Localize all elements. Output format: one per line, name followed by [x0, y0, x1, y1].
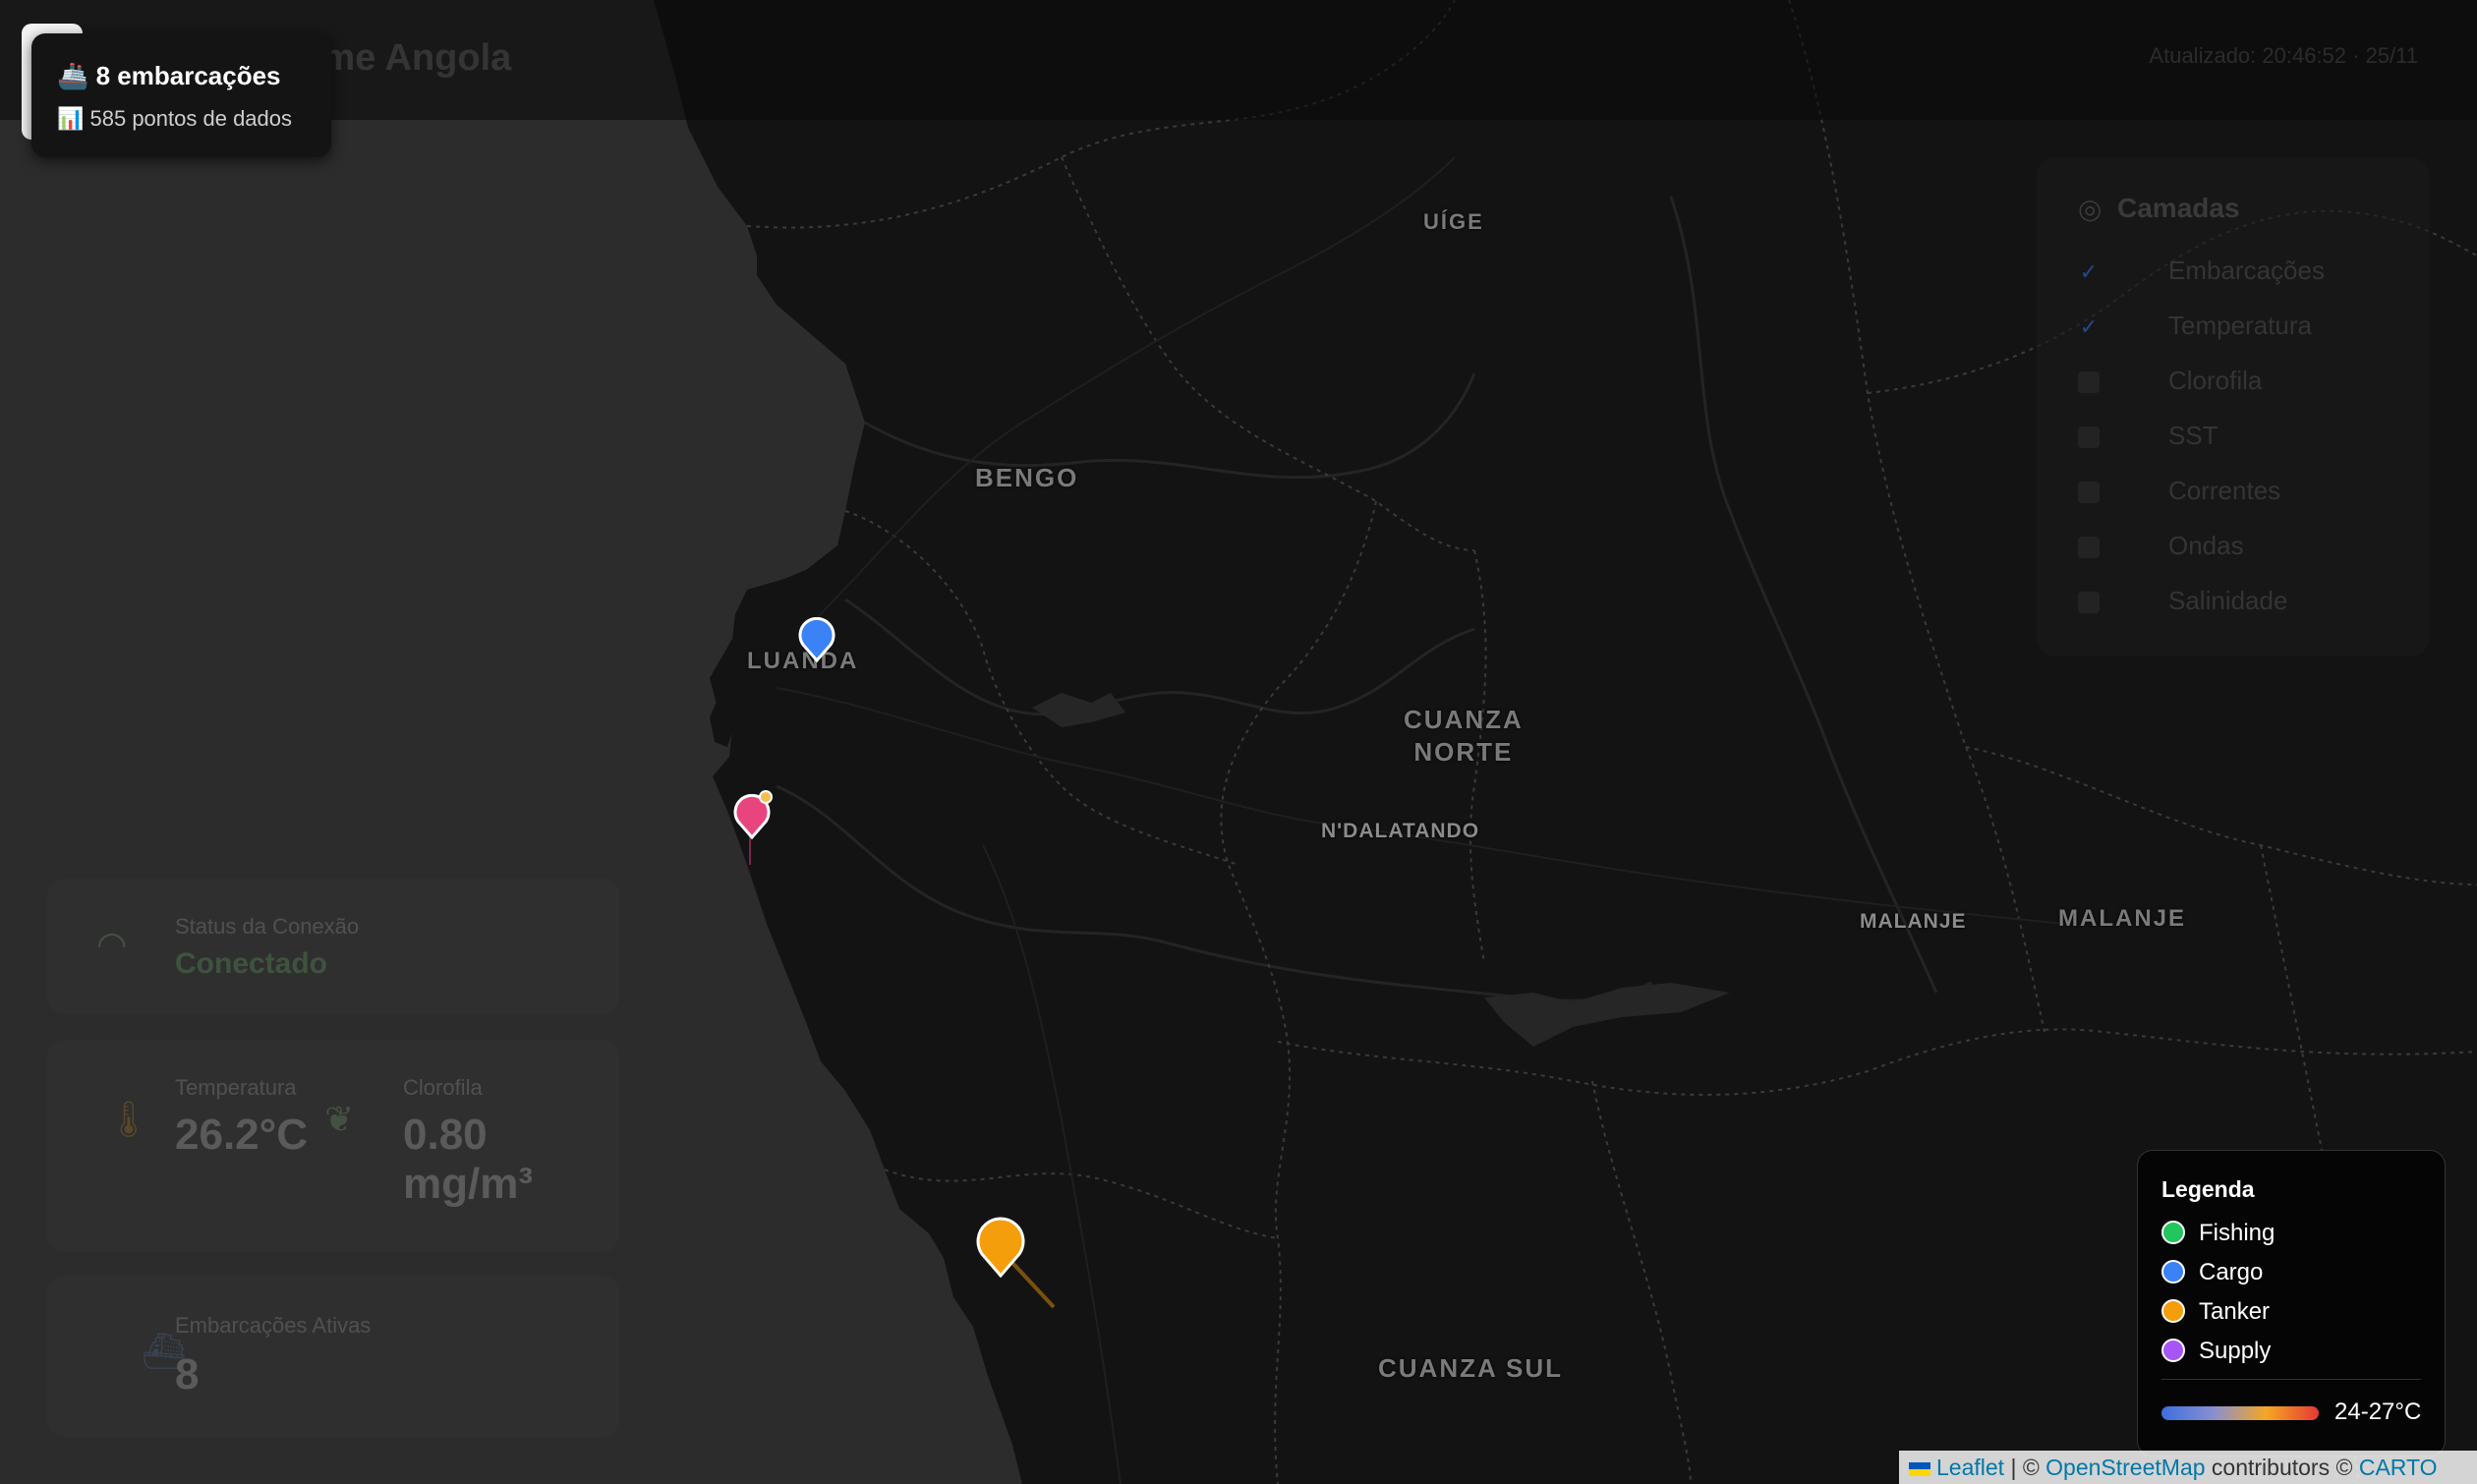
city-label-ndalatando: N'DALATANDO — [1321, 820, 1480, 842]
legend-divider — [2161, 1379, 2421, 1380]
tanker-color-dot — [2161, 1299, 2185, 1323]
stats-overlay: 🚢 8 embarcações 📊 585 pontos de dados — [31, 33, 331, 157]
checkbox[interactable] — [2078, 592, 2100, 614]
checkbox[interactable] — [2078, 482, 2100, 504]
layer-label: Correntes — [2168, 476, 2281, 505]
region-label-bengo: BENGO — [975, 463, 1079, 492]
region-label-uige: UÍGE — [1423, 209, 1484, 234]
region-label-malanje: MALANJE — [2058, 905, 2187, 932]
layer-toggle-chlorophyll[interactable]: Clorofila — [2078, 366, 2262, 405]
layers-panel-title: Camadas — [2117, 193, 2240, 223]
checkbox[interactable] — [2078, 537, 2100, 559]
temperature-point-marker[interactable] — [757, 788, 775, 806]
data-points-count: 📊 585 pontos de dados — [57, 106, 293, 131]
checkbox[interactable] — [2078, 371, 2100, 394]
cargo-vessel-marker[interactable] — [798, 617, 835, 662]
layer-label: SST — [2168, 421, 2218, 450]
layer-label: Embarcações — [2168, 256, 2325, 285]
active-vessels-value: 8 — [175, 1350, 200, 1398]
layer-toggle-salinity[interactable]: Salinidade — [2078, 586, 2287, 625]
osm-link[interactable]: OpenStreetMap — [2045, 1455, 2205, 1480]
vessel-count: 🚢 8 embarcações — [57, 61, 281, 90]
legend-label: Tanker — [2199, 1298, 2271, 1325]
temperature-value: 26.2°C — [175, 1111, 309, 1159]
legend-label: Supply — [2199, 1338, 2272, 1364]
ocean-data-card: 🌡 Temperatura 26.2°C ❦ Clorofila 0.80 mg… — [47, 1040, 619, 1252]
layer-label: Ondas — [2168, 531, 2244, 560]
layer-toggle-waves[interactable]: Ondas — [2078, 531, 2244, 570]
active-vessels-label: Embarcações Ativas — [175, 1313, 372, 1338]
legend-item-fishing: Fishing — [2161, 1220, 2275, 1249]
attribution-sep: | © — [2004, 1455, 2046, 1480]
layer-toggle-temperature[interactable]: ✓ Temperatura — [2078, 311, 2312, 350]
temperature-gradient-bar — [2161, 1406, 2319, 1420]
fishing-color-dot — [2161, 1221, 2185, 1244]
tanker-vessel-marker[interactable] — [975, 1217, 1026, 1278]
legend-item-supply: Supply — [2161, 1338, 2271, 1367]
check-icon: ✓ — [2079, 314, 2099, 340]
legend-label: Cargo — [2199, 1259, 2264, 1285]
thermometer-icon: 🌡 — [106, 1099, 151, 1139]
region-label-cuanza-norte-line1: CUANZA — [1404, 705, 1524, 734]
leaf-icon: ❦ — [324, 1099, 355, 1139]
active-vessels-card: ⛴ Embarcações Ativas 8 — [47, 1276, 619, 1437]
checkbox[interactable] — [2078, 427, 2100, 449]
temperature-range: 24-27°C — [2334, 1398, 2422, 1425]
layer-toggle-vessels[interactable]: ✓ Embarcações — [2078, 256, 2325, 295]
legend-label: Fishing — [2199, 1220, 2275, 1246]
layer-label: Clorofila — [2168, 366, 2263, 395]
region-label-cuanza-sul: CUANZA SUL — [1378, 1353, 1564, 1383]
connection-status-value: Conectado — [175, 947, 328, 980]
connection-status-label: Status da Conexão — [175, 914, 360, 939]
cargo-color-dot — [2161, 1260, 2185, 1284]
region-label-cuanza-norte-line2: NORTE — [1413, 736, 1514, 767]
chlorophyll-label: Clorofila — [403, 1075, 483, 1100]
map-legend: Legenda Fishing Cargo Tanker Supply 24-2… — [2137, 1150, 2446, 1456]
attribution-contrib: contributors © — [2205, 1455, 2359, 1480]
chlorophyll-value: 0.80 mg/m³ — [403, 1111, 533, 1208]
layers-icon: ◎ — [2078, 194, 2103, 224]
layer-toggle-sst[interactable]: SST — [2078, 421, 2218, 460]
last-update-time: Atualizado: 20:46:52 · 25/11 — [2149, 43, 2418, 68]
city-label-malanje: MALANJE — [1860, 910, 1967, 933]
wifi-icon: ◠ — [96, 924, 128, 964]
layers-panel: ◎ Camadas ✓ Embarcações ✓ Temperatura Clor… — [2037, 157, 2430, 656]
check-icon: ✓ — [2079, 259, 2099, 285]
region-label-cuanza-norte: CUANZA NORTE — [1404, 704, 1524, 768]
carto-link[interactable]: CARTO — [2359, 1455, 2438, 1480]
supply-color-dot — [2161, 1339, 2185, 1362]
layer-label: Salinidade — [2168, 586, 2288, 615]
legend-item-tanker: Tanker — [2161, 1298, 2270, 1328]
legend-item-cargo: Cargo — [2161, 1259, 2263, 1288]
layer-label: Temperatura — [2168, 311, 2312, 340]
temperature-label: Temperatura — [175, 1075, 297, 1100]
map-attribution: Leaflet | © OpenStreetMap contributors ©… — [1899, 1451, 2477, 1484]
connection-status-card: ◠ Status da Conexão Conectado — [47, 879, 619, 1014]
leaflet-link[interactable]: Leaflet — [1936, 1455, 2004, 1480]
legend-title: Legenda — [2161, 1176, 2255, 1202]
ukraine-flag-icon — [1909, 1462, 1930, 1476]
layer-toggle-currents[interactable]: Correntes — [2078, 476, 2280, 515]
